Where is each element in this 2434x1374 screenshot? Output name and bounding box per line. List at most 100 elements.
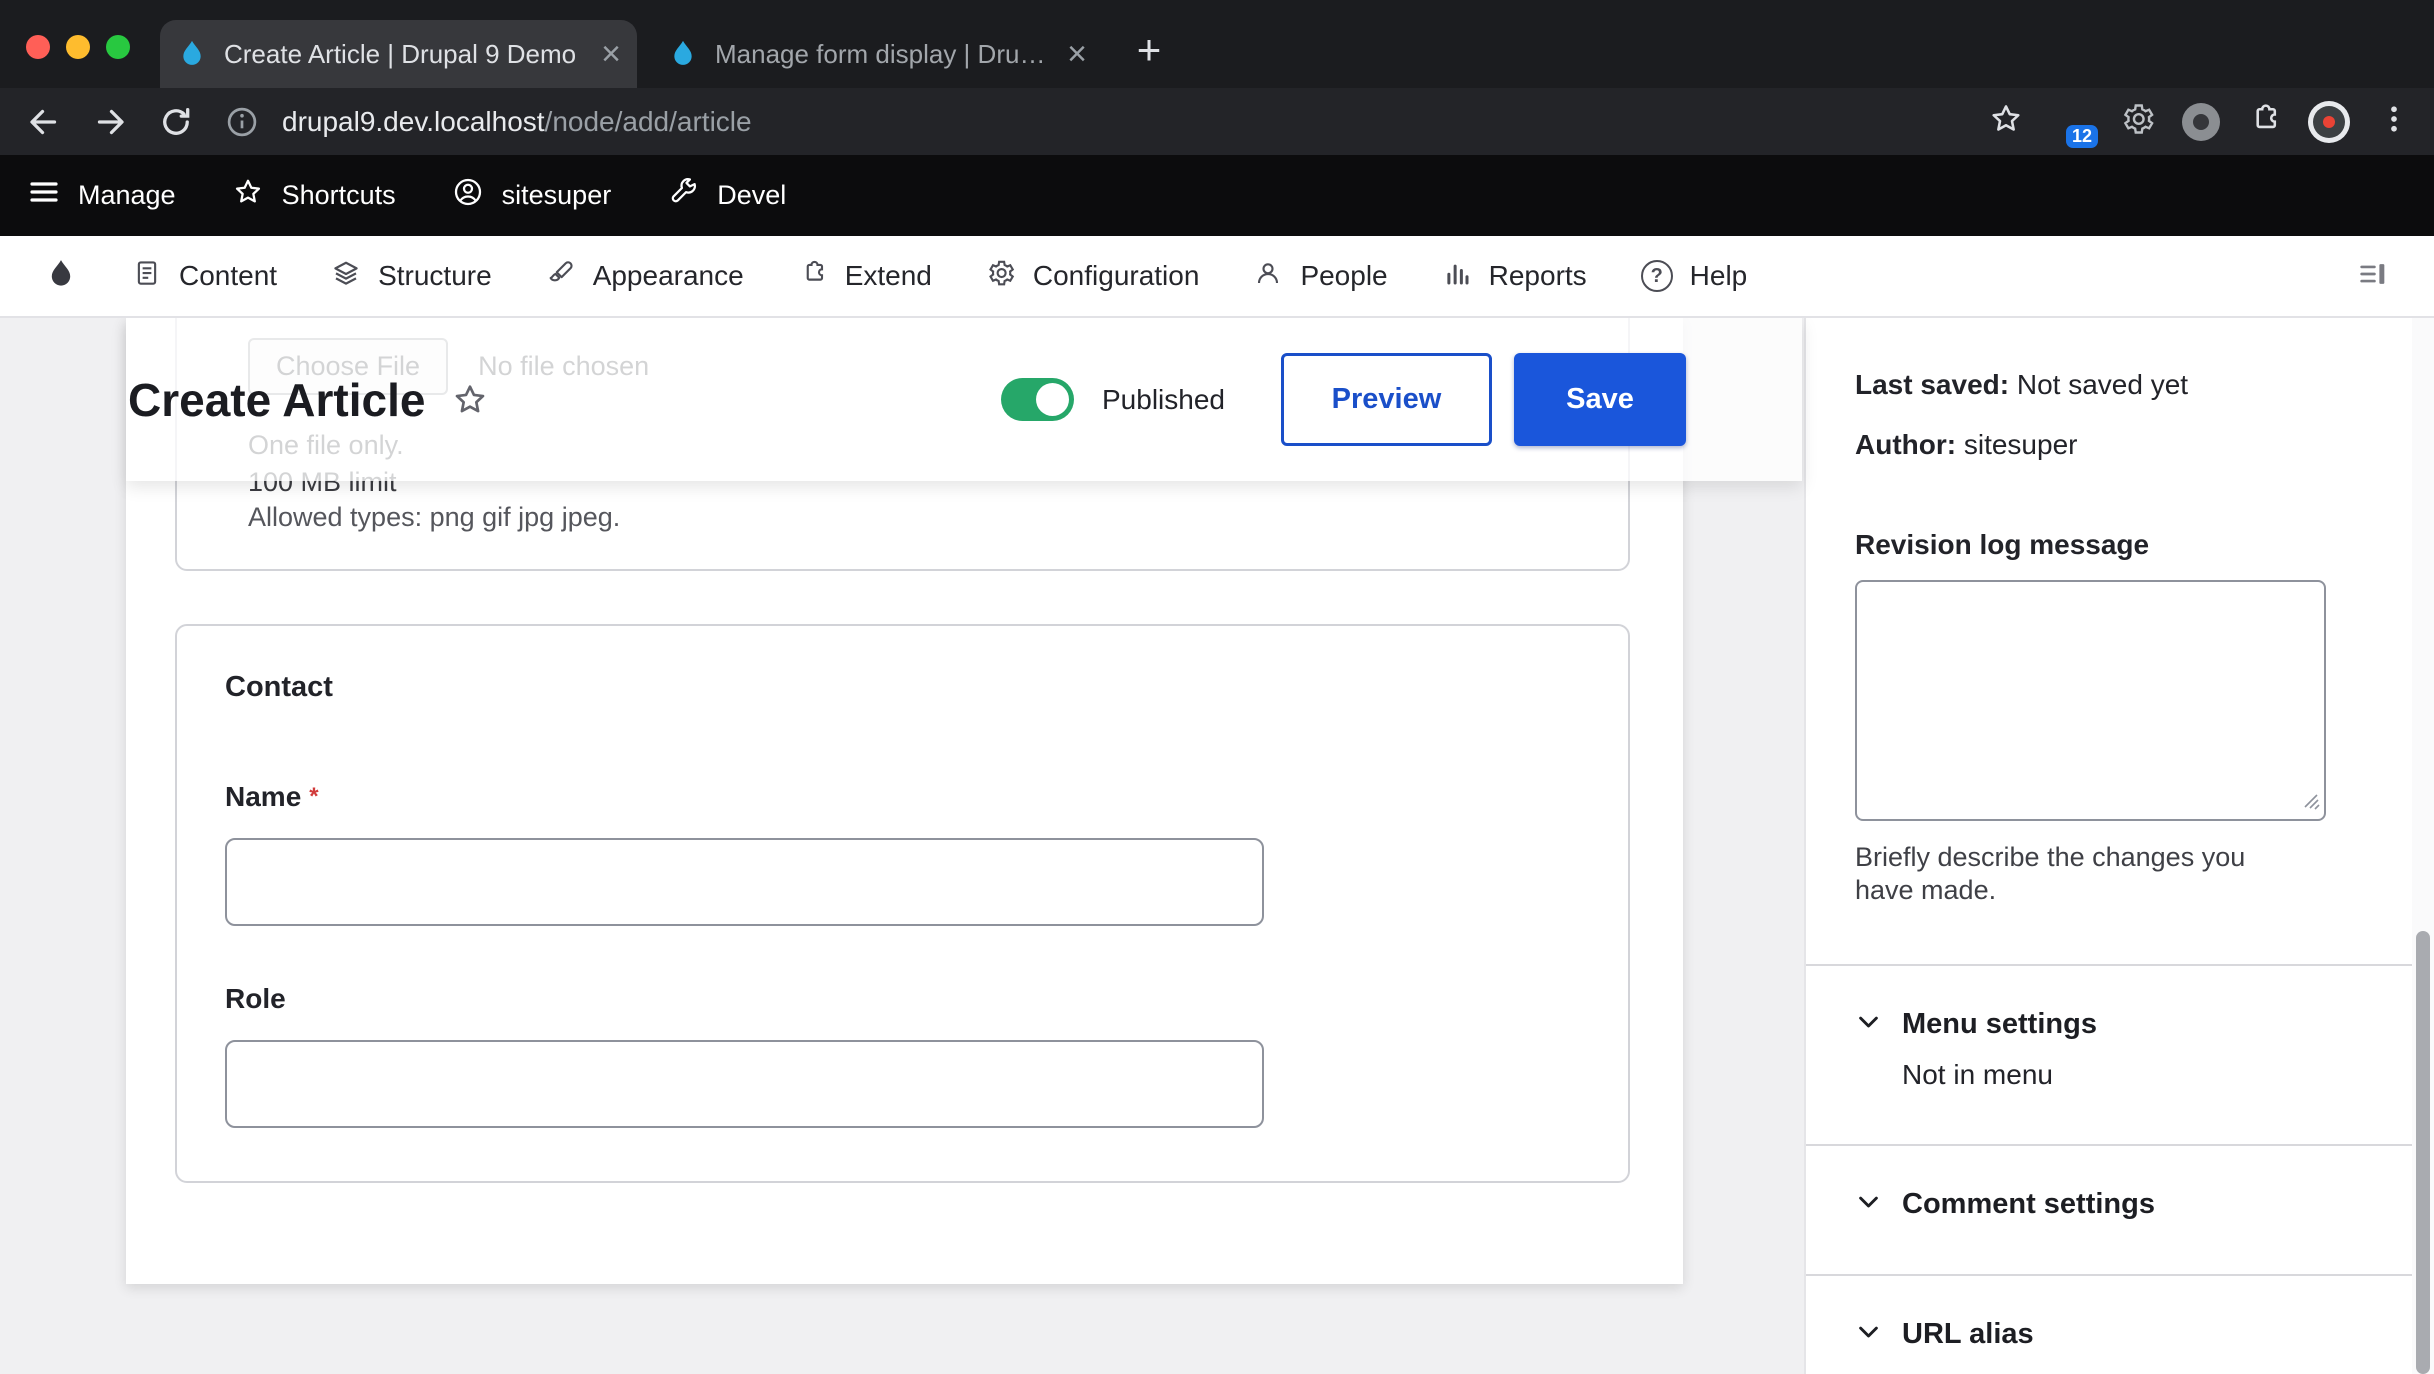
name-input[interactable] bbox=[225, 838, 1264, 926]
author-line: Author: sitesuper bbox=[1855, 428, 2412, 462]
menu-label: Configuration bbox=[1033, 260, 1200, 292]
gear-icon bbox=[986, 258, 1016, 295]
new-tab-button[interactable]: + bbox=[1123, 26, 1175, 78]
menu-item-extend[interactable]: Extend bbox=[798, 258, 932, 295]
tab-create-article[interactable]: Create Article | Drupal 9 Demo × bbox=[160, 20, 637, 88]
section-menu-settings: Menu settings Not in menu bbox=[1806, 964, 2412, 1144]
main-content-area: Choose File No file chosen One file only… bbox=[0, 318, 2434, 1374]
chevron-down-icon bbox=[1855, 1318, 1882, 1350]
toggle-knob bbox=[1036, 383, 1069, 416]
preview-button[interactable]: Preview bbox=[1281, 353, 1492, 446]
page-title: Create Article bbox=[128, 373, 425, 427]
address-bar: drupal9.dev.localhost/node/add/article 1… bbox=[0, 88, 2434, 155]
menu-label: Content bbox=[179, 260, 277, 292]
browser-menu-icon[interactable] bbox=[2376, 101, 2412, 142]
drupal-favicon-icon bbox=[176, 38, 208, 70]
drupal-logo-icon[interactable] bbox=[44, 257, 78, 296]
menu-item-structure[interactable]: Structure bbox=[331, 258, 492, 295]
wrench-icon bbox=[667, 176, 699, 215]
save-button[interactable]: Save bbox=[1514, 353, 1686, 446]
toolbar-label: sitesuper bbox=[502, 180, 612, 211]
menu-item-appearance[interactable]: Appearance bbox=[546, 258, 744, 295]
required-asterisk: * bbox=[309, 783, 318, 810]
back-icon[interactable] bbox=[26, 104, 62, 140]
close-tab-icon[interactable]: × bbox=[1067, 37, 1087, 71]
role-label: Role bbox=[225, 982, 1580, 1016]
reload-icon[interactable] bbox=[158, 104, 194, 140]
menu-label: Structure bbox=[378, 260, 492, 292]
toolbar-item-shortcuts[interactable]: Shortcuts bbox=[232, 176, 396, 215]
name-form-item: Name * bbox=[225, 780, 1580, 926]
minimize-window-button[interactable] bbox=[66, 35, 90, 59]
chevron-down-icon bbox=[1855, 1188, 1882, 1220]
last-saved-label: Last saved: bbox=[1855, 369, 2009, 400]
url-alias-toggle[interactable]: URL alias bbox=[1855, 1316, 2412, 1352]
contact-fieldset: Contact Name * Role bbox=[175, 624, 1630, 1183]
url-input[interactable]: drupal9.dev.localhost/node/add/article bbox=[282, 106, 752, 138]
person-icon bbox=[1253, 258, 1283, 295]
close-tab-icon[interactable]: × bbox=[601, 37, 621, 71]
section-label: Menu settings bbox=[1902, 1006, 2097, 1042]
hamburger-icon bbox=[28, 176, 60, 215]
paintbrush-icon bbox=[546, 258, 576, 295]
menu-item-help[interactable]: ? Help bbox=[1641, 260, 1748, 292]
extension-gear-icon[interactable] bbox=[2120, 101, 2156, 142]
label-text: Name bbox=[225, 781, 301, 812]
toolbar-label: Devel bbox=[717, 180, 786, 211]
notification-count-badge: 12 bbox=[2066, 125, 2098, 148]
browser-tab-strip: Create Article | Drupal 9 Demo × Manage … bbox=[0, 0, 2434, 88]
revision-log-textarea[interactable] bbox=[1855, 580, 2326, 821]
drupal-favicon-icon bbox=[667, 38, 699, 70]
toolbar-item-devel[interactable]: Devel bbox=[667, 176, 786, 215]
menu-item-reports[interactable]: Reports bbox=[1442, 258, 1587, 295]
menu-label: Help bbox=[1690, 260, 1748, 292]
node-meta-sidebar: Last saved: Not saved yet Author: sitesu… bbox=[1804, 318, 2412, 1374]
drupal-menu-bar: Content Structure Appearance Extend Conf… bbox=[0, 236, 2434, 318]
menu-settings-toggle[interactable]: Menu settings bbox=[1855, 1006, 2412, 1042]
comment-settings-toggle[interactable]: Comment settings bbox=[1855, 1186, 2412, 1222]
extension-badge-icon[interactable]: 12 bbox=[2050, 100, 2094, 144]
tab-manage-form-display[interactable]: Manage form display | Drupal 9 Demo × bbox=[651, 20, 1103, 88]
forward-icon[interactable] bbox=[92, 104, 128, 140]
menu-label: Extend bbox=[845, 260, 932, 292]
published-label: Published bbox=[1102, 384, 1225, 416]
profile-avatar[interactable] bbox=[2308, 101, 2350, 143]
menu-item-content[interactable]: Content bbox=[132, 258, 277, 295]
url-path: /node/add/article bbox=[545, 106, 752, 138]
fieldset-legend: Contact bbox=[225, 670, 1580, 704]
toolbar-item-manage[interactable]: Manage bbox=[28, 176, 176, 215]
last-saved-line: Last saved: Not saved yet bbox=[1855, 368, 2412, 402]
close-window-button[interactable] bbox=[26, 35, 50, 59]
role-input[interactable] bbox=[225, 1040, 1264, 1128]
page-scrollbar bbox=[2412, 318, 2434, 1374]
zoom-window-button[interactable] bbox=[106, 35, 130, 59]
toolbar-orientation-toggle-icon[interactable] bbox=[2356, 257, 2390, 296]
site-info-icon[interactable] bbox=[224, 104, 260, 140]
revision-help-text: Briefly describe the changes you have ma… bbox=[1855, 841, 2310, 907]
puzzle-icon bbox=[798, 258, 828, 295]
author-value: sitesuper bbox=[1964, 429, 2078, 460]
published-toggle[interactable] bbox=[1001, 378, 1074, 421]
url-host: drupal9.dev.localhost bbox=[282, 106, 545, 138]
menu-item-configuration[interactable]: Configuration bbox=[986, 258, 1200, 295]
extension-circle-icon[interactable] bbox=[2182, 103, 2220, 141]
drupal-admin-toolbar: Manage Shortcuts sitesuper Devel bbox=[0, 155, 2434, 236]
role-form-item: Role bbox=[225, 982, 1580, 1128]
chevron-down-icon bbox=[1855, 1008, 1882, 1040]
shortcuts-star-icon bbox=[232, 176, 264, 215]
menu-label: Appearance bbox=[593, 260, 744, 292]
author-label: Author: bbox=[1855, 429, 1956, 460]
content-file-icon bbox=[132, 258, 162, 295]
section-comment-settings: Comment settings bbox=[1806, 1144, 2412, 1274]
section-label: Comment settings bbox=[1902, 1186, 2155, 1222]
bookmark-star-icon[interactable] bbox=[1988, 101, 2024, 142]
toolbar-label: Manage bbox=[78, 180, 176, 211]
favorite-star-icon[interactable] bbox=[451, 381, 489, 419]
toolbar-item-user[interactable]: sitesuper bbox=[452, 176, 612, 215]
tab-title: Manage form display | Drupal 9 Demo bbox=[715, 39, 1053, 70]
page-sticky-header: Create Article Published Preview Save bbox=[126, 318, 1802, 481]
menu-item-people[interactable]: People bbox=[1253, 258, 1387, 295]
extensions-puzzle-icon[interactable] bbox=[2246, 101, 2282, 142]
allowed-types-text: Allowed types: png gif jpg jpeg. bbox=[248, 502, 620, 533]
scrollbar-thumb[interactable] bbox=[2416, 931, 2430, 1374]
